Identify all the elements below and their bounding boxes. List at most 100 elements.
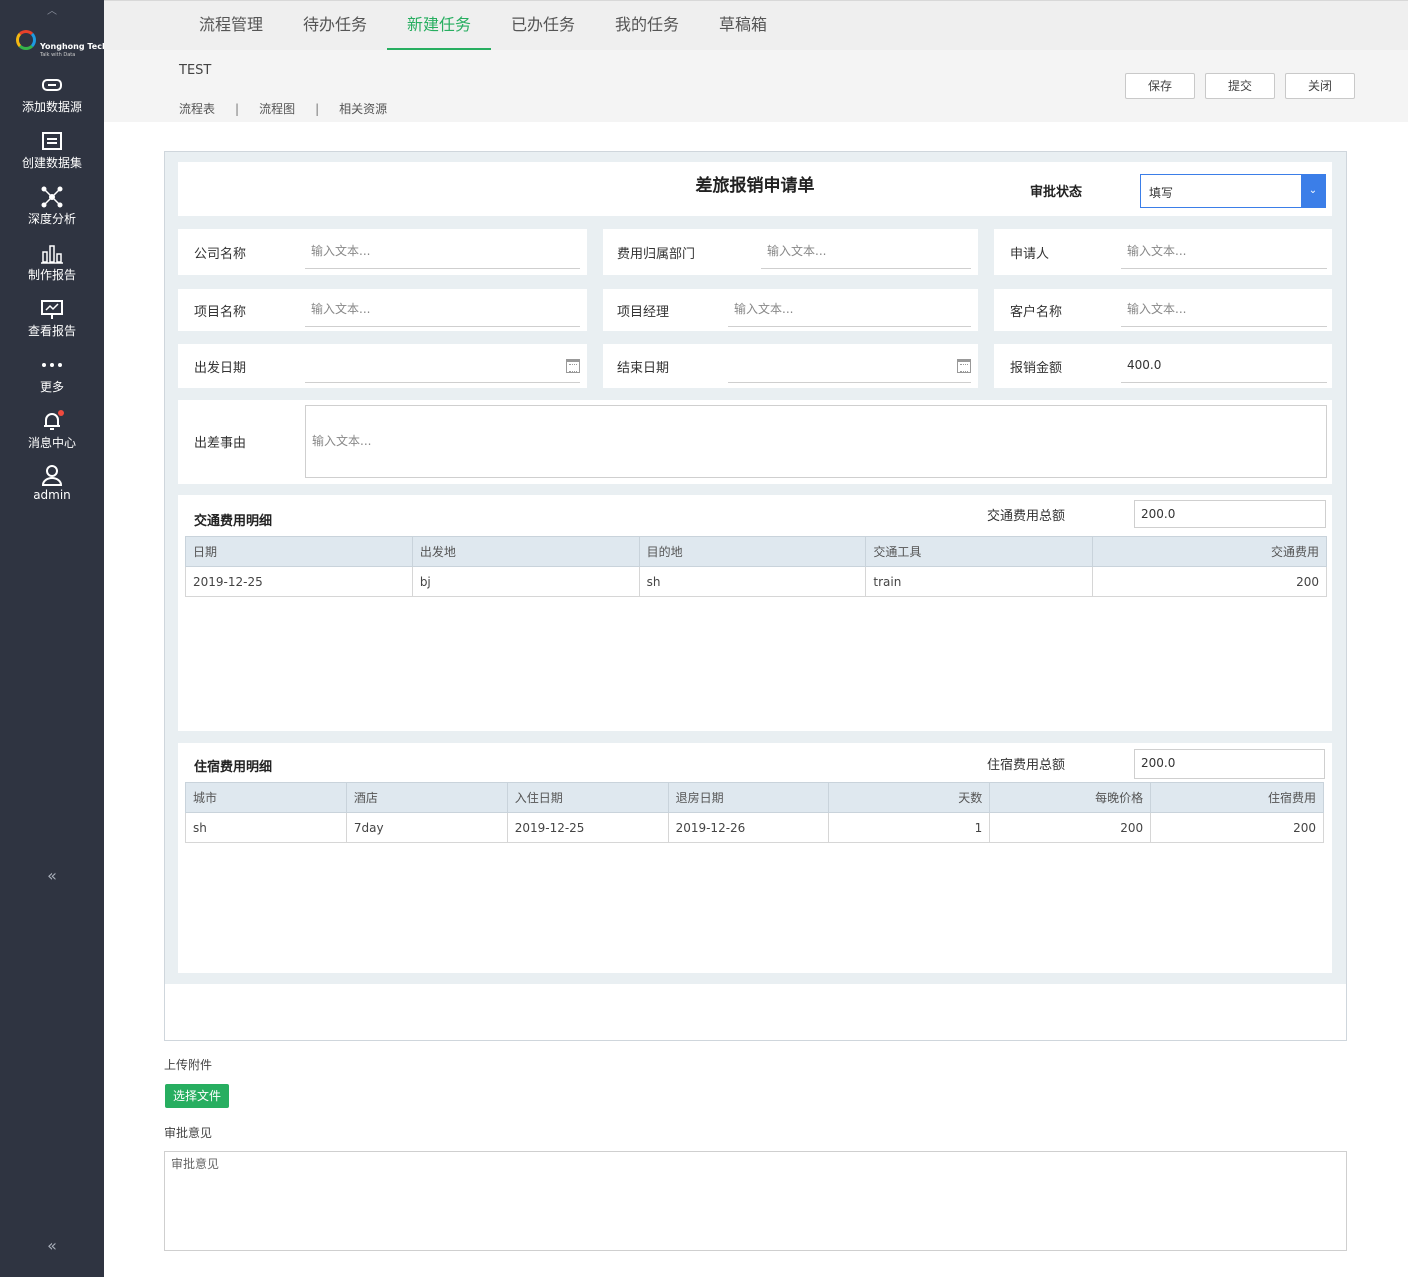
logo-ring-icon — [16, 30, 36, 50]
project-label: 项目名称 — [194, 305, 247, 320]
table-cell[interactable]: 7day — [345, 812, 508, 843]
table-row: sh 7day 2019-12-25 2019-12-26 1 200 200 — [185, 812, 1324, 843]
top-nav: 流程管理 待办任务 新建任务 已办任务 我的任务 草稿箱 — [104, 0, 1408, 51]
sidebar-item-label: 更多 — [39, 380, 64, 394]
scroll-up-icon[interactable]: ︿ — [0, 2, 104, 17]
column-header[interactable]: 每晚价格 — [989, 782, 1152, 813]
field-department: 费用归属部门 输入文本... — [603, 229, 978, 275]
close-button[interactable]: 关闭 — [1285, 73, 1355, 99]
logo: Yonghong Tech Talk with Data — [14, 26, 108, 60]
applicant-input[interactable]: 输入文本... — [1121, 233, 1327, 269]
tab-process-management[interactable]: 流程管理 — [184, 1, 278, 51]
tab-my-tasks[interactable]: 我的任务 — [600, 1, 694, 51]
page-title: TEST — [179, 63, 212, 78]
status-select[interactable]: 填写 ⌄ — [1140, 174, 1326, 208]
column-header[interactable]: 交通工具 — [865, 536, 1094, 567]
table-cell[interactable]: 2019-12-25 — [185, 566, 413, 597]
sidebar-item-messages[interactable]: 消息中心 — [0, 410, 104, 451]
table-cell[interactable]: 200 — [1150, 812, 1324, 843]
bar-chart-icon — [41, 245, 63, 264]
sidebar-item-make-report[interactable]: 制作报告 — [0, 242, 104, 283]
sidebar-item-label: 创建数据集 — [21, 156, 82, 170]
customer-label: 客户名称 — [1010, 305, 1063, 320]
table-cell[interactable]: train — [865, 566, 1094, 597]
sidebar: ︿ Yonghong Tech Talk with Data 添加数据源 创建数… — [0, 0, 108, 1277]
notification-dot — [58, 410, 64, 416]
column-header[interactable]: 退房日期 — [667, 782, 830, 813]
column-header[interactable]: 目的地 — [638, 536, 867, 567]
tab-new-task[interactable]: 新建任务 — [387, 1, 491, 51]
sidebar-item-admin[interactable]: admin — [0, 464, 104, 502]
start-date-input[interactable] — [305, 347, 580, 383]
sidebar-item-label: 制作报告 — [27, 268, 76, 282]
manager-input[interactable]: 输入文本... — [728, 291, 971, 327]
company-input[interactable]: 输入文本... — [305, 233, 580, 269]
sidebar-item-add-datasource[interactable]: 添加数据源 — [0, 74, 104, 115]
save-button[interactable]: 保存 — [1125, 73, 1195, 99]
tab-pending-tasks[interactable]: 待办任务 — [288, 1, 382, 51]
user-icon — [41, 465, 63, 486]
table-cell[interactable]: bj — [411, 566, 640, 597]
table-cell[interactable]: sh — [185, 812, 347, 843]
status-value: 填写 — [1149, 186, 1174, 200]
lodging-table: 城市 酒店 入住日期 退房日期 天数 每晚价格 住宿费用 sh 7day 201… — [185, 782, 1324, 843]
column-header[interactable]: 天数 — [828, 782, 991, 813]
customer-input[interactable]: 输入文本... — [1121, 291, 1327, 327]
form-title-panel: 差旅报销申请单 审批状态 填写 ⌄ — [178, 162, 1332, 216]
form-background: 差旅报销申请单 审批状态 填写 ⌄ 公司名称 输入文本... 费用归属部门 输入… — [165, 152, 1346, 984]
tab-done-tasks[interactable]: 已办任务 — [496, 1, 590, 51]
table-cell[interactable]: 2019-12-26 — [667, 812, 830, 843]
collapse-icon[interactable]: « — [0, 866, 104, 885]
manager-label: 项目经理 — [617, 305, 670, 320]
department-label: 费用归属部门 — [617, 247, 696, 262]
column-header[interactable]: 住宿费用 — [1150, 782, 1324, 813]
link-process-diagram[interactable]: 流程图 — [259, 100, 295, 117]
column-header[interactable]: 交通费用 — [1092, 536, 1327, 567]
table-cell[interactable]: 200 — [989, 812, 1152, 843]
status-label: 审批状态 — [1030, 185, 1083, 200]
table-cell[interactable]: 2019-12-25 — [506, 812, 669, 843]
submit-button[interactable]: 提交 — [1205, 73, 1275, 99]
project-input[interactable]: 输入文本... — [305, 291, 580, 327]
calendar-icon[interactable] — [957, 359, 971, 373]
sidebar-item-label: 查看报告 — [27, 324, 76, 338]
transport-total-input[interactable]: 200.0 — [1134, 500, 1326, 528]
field-end-date: 结束日期 — [603, 344, 978, 388]
choose-file-button[interactable]: 选择文件 — [165, 1084, 229, 1108]
approval-textarea[interactable]: 审批意见 — [164, 1151, 1347, 1251]
more-icon — [42, 363, 62, 367]
approval-label: 审批意见 — [164, 1126, 213, 1140]
reason-textarea[interactable]: 输入文本... — [305, 405, 1327, 478]
tab-drafts[interactable]: 草稿箱 — [696, 1, 790, 51]
end-date-input[interactable] — [728, 347, 971, 383]
field-project: 项目名称 输入文本... — [178, 289, 587, 331]
field-company: 公司名称 输入文本... — [178, 229, 587, 275]
collapse-bottom-icon[interactable]: « — [0, 1236, 104, 1255]
column-header[interactable]: 入住日期 — [506, 782, 669, 813]
sidebar-item-label: 深度分析 — [27, 212, 76, 226]
sidebar-item-more[interactable]: 更多 — [0, 354, 104, 395]
presentation-icon — [41, 300, 63, 319]
link-icon — [42, 79, 62, 91]
amount-input[interactable]: 400.0 — [1121, 347, 1327, 383]
link-process-table[interactable]: 流程表 — [179, 100, 215, 117]
sidebar-item-label: admin — [33, 488, 71, 502]
table-cell[interactable]: 200 — [1092, 566, 1327, 597]
column-header[interactable]: 酒店 — [345, 782, 508, 813]
calendar-icon[interactable] — [566, 359, 580, 373]
sidebar-item-create-dataset[interactable]: 创建数据集 — [0, 130, 104, 171]
lodging-section: 住宿费用明细 住宿费用总额 200.0 城市 酒店 入住日期 退房日期 天数 每… — [178, 743, 1332, 973]
sidebar-item-view-report[interactable]: 查看报告 — [0, 298, 104, 339]
dataset-icon — [42, 132, 62, 150]
sidebar-item-deep-analysis[interactable]: 深度分析 — [0, 186, 104, 227]
table-cell[interactable]: sh — [638, 566, 867, 597]
link-related-resources[interactable]: 相关资源 — [339, 100, 387, 117]
column-header[interactable]: 出发地 — [411, 536, 640, 567]
department-input[interactable]: 输入文本... — [761, 233, 971, 269]
column-header[interactable]: 日期 — [185, 536, 413, 567]
column-header[interactable]: 城市 — [185, 782, 347, 813]
table-cell[interactable]: 1 — [828, 812, 991, 843]
lodging-total-input[interactable]: 200.0 — [1134, 749, 1325, 779]
transport-table: 日期 出发地 目的地 交通工具 交通费用 2019-12-25 bj sh tr… — [185, 536, 1327, 597]
table-header-row: 城市 酒店 入住日期 退房日期 天数 每晚价格 住宿费用 — [185, 782, 1324, 813]
